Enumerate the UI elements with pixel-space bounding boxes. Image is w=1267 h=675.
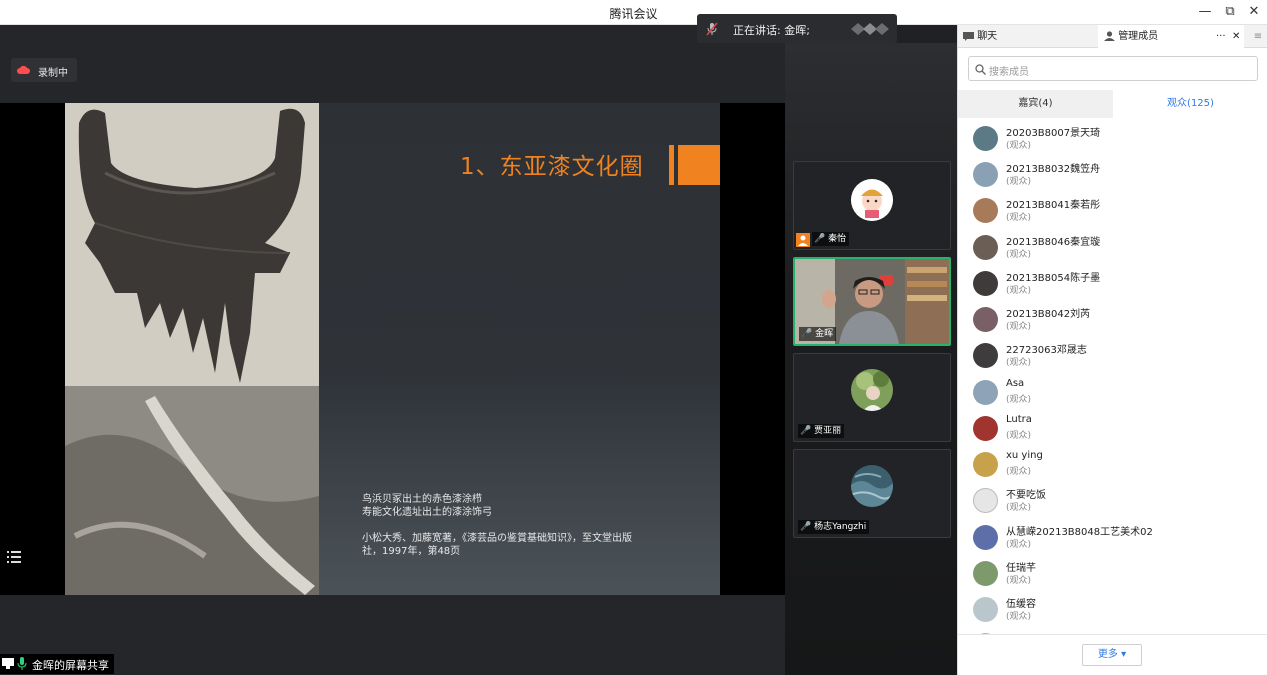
list-item[interactable]: 20213B8041秦若彤 (观众): [958, 193, 1267, 229]
list-item[interactable]: xu ying (观众): [958, 447, 1267, 483]
avatar: [973, 271, 998, 296]
member-category-tabs: 嘉宾(4) 观众(125): [958, 90, 1267, 118]
member-search-input[interactable]: 搜索成员: [968, 56, 1258, 81]
video-tile[interactable]: 🎤 秦怡: [793, 161, 951, 250]
list-icon[interactable]: [7, 551, 21, 563]
title-decoration-bar: [669, 145, 674, 185]
lacquer-comb-photo: [65, 103, 319, 386]
list-item[interactable]: 20213B8054陈子墨 (观众): [958, 266, 1267, 302]
tab-audience[interactable]: 观众(125): [1113, 90, 1267, 118]
list-item[interactable]: 20203B8007景天琦 (观众): [958, 121, 1267, 157]
list-item[interactable]: 22723063邓晟志 (观众): [958, 338, 1267, 374]
more-options-icon[interactable]: ···: [1216, 25, 1226, 48]
participant-name: 🎤 金晖: [799, 327, 837, 341]
tab-chat[interactable]: 聊天: [958, 25, 1098, 48]
avatar: [973, 380, 998, 405]
avatar: [973, 452, 998, 477]
recording-label: 录制中: [38, 68, 68, 79]
list-item[interactable]: 20213B8032魏笠舟 (观众): [958, 157, 1267, 193]
participant-name: 🎤 贾亚丽: [798, 424, 845, 438]
participant-name: 🎤 秦怡: [812, 232, 850, 246]
cloud-record-icon: [17, 65, 30, 74]
participant-name: 🎤 杨志Yangzhi: [798, 520, 870, 534]
tab-manage-members[interactable]: 管理成员 ··· ✕: [1098, 25, 1244, 48]
minimize-button[interactable]: —: [1194, 3, 1216, 21]
list-item[interactable]: 任瑞芊 (观众): [958, 556, 1267, 592]
avatar: [973, 126, 998, 151]
side-panel: 聊天 管理成员 ··· ✕ ≡ 搜索成员 嘉宾(4) 观众(125) 20203…: [957, 25, 1267, 675]
recording-indicator[interactable]: 录制中: [11, 58, 77, 82]
mic-icon: [17, 657, 27, 670]
members-icon: [1104, 31, 1115, 41]
search-placeholder: 搜索成员: [989, 67, 1029, 78]
avatar: [973, 343, 998, 368]
avatar: [973, 597, 998, 622]
restore-button[interactable]: ⧉: [1219, 3, 1241, 21]
speaking-indicator: 正在讲话: 金晖;: [697, 14, 897, 43]
title-bar: 腾讯会议 — ⧉ ✕: [0, 0, 1267, 25]
shared-screen: 1、东亚漆文化圈 鸟浜贝冢出土的赤色漆涂栉 寿能文化遗址出土的漆涂饰弓 小松大秀…: [0, 103, 785, 595]
window-title: 腾讯会议: [609, 7, 658, 21]
video-gallery: 🎤 秦怡 🎤 金晖 🎤 贾亚丽 🎤 杨志Yangzhi: [785, 43, 957, 675]
video-tile-active-speaker[interactable]: 🎤 金晖: [793, 257, 951, 346]
list-item[interactable]: Asa (观众): [958, 375, 1267, 411]
video-tile[interactable]: 🎤 杨志Yangzhi: [793, 449, 951, 538]
close-button[interactable]: ✕: [1243, 3, 1265, 21]
avatar: [973, 235, 998, 260]
avatar: [973, 198, 998, 223]
main-stage: 录制中 1、东亚漆文化圈 鸟浜贝冢出土的赤色漆涂栉 寿能文化遗址出土的漆涂饰弓 …: [0, 25, 785, 675]
title-decoration-block: [678, 145, 720, 185]
video-tile[interactable]: 🎤 贾亚丽: [793, 353, 951, 442]
list-item[interactable]: 20213B8046秦宜璇 (观众): [958, 230, 1267, 266]
host-icon: [796, 233, 810, 247]
panel-tabs: 聊天 管理成员 ··· ✕ ≡: [958, 25, 1267, 48]
panel-footer: 更多 ▾: [958, 634, 1267, 675]
list-item[interactable]: 从慧嵘20213B8048工艺美术02 (观众): [958, 520, 1267, 556]
speaker-avatar-blur: [851, 23, 889, 35]
monitor-icon: [2, 658, 14, 669]
panel-menu-icon[interactable]: ≡: [1248, 25, 1267, 48]
list-item[interactable]: 不要吃饭 (观众): [958, 483, 1267, 519]
chat-icon: [963, 31, 974, 41]
lacquer-bow-photo: [65, 386, 319, 595]
search-icon: [975, 64, 986, 75]
screen-share-text: 金晖的屏幕共享: [32, 659, 109, 672]
screen-share-label: 金晖的屏幕共享: [0, 654, 114, 674]
speaking-label: 正在讲话: 金晖;: [733, 24, 810, 37]
avatar: [973, 525, 998, 550]
slide-caption-line-3: 小松大秀、加藤宽著，《漆芸品の鉴賞基础知识》，至文堂出版: [362, 533, 632, 544]
close-panel-icon[interactable]: ✕: [1232, 25, 1240, 48]
list-item[interactable]: 伍缓容 (观众): [958, 592, 1267, 628]
slide-title: 1、东亚漆文化圈: [460, 154, 644, 180]
more-button[interactable]: 更多 ▾: [1082, 644, 1142, 666]
slide-caption-line-2: 寿能文化遗址出土的漆涂饰弓: [362, 507, 492, 518]
avatar: [973, 488, 998, 513]
mic-muted-icon: [706, 22, 718, 36]
avatar: [973, 561, 998, 586]
avatar: [973, 416, 998, 441]
avatar: [851, 465, 893, 507]
avatar: [973, 307, 998, 332]
presentation-slide: 1、东亚漆文化圈 鸟浜贝冢出土的赤色漆涂栉 寿能文化遗址出土的漆涂饰弓 小松大秀…: [65, 103, 720, 595]
slide-caption-line-1: 鸟浜贝冢出土的赤色漆涂栉: [362, 494, 482, 505]
avatar: [851, 179, 893, 221]
member-list: 20203B8007景天琦 (观众) 20213B8032魏笠舟 (观众) 2021…: [958, 118, 1267, 638]
list-item[interactable]: 20213B8042刘芮 (观众): [958, 302, 1267, 338]
avatar: [851, 369, 893, 411]
slide-caption-line-4: 社，1997年，第48页: [362, 546, 461, 557]
list-item[interactable]: Lutra (观众): [958, 411, 1267, 447]
tab-guests[interactable]: 嘉宾(4): [958, 90, 1113, 118]
avatar: [973, 162, 998, 187]
